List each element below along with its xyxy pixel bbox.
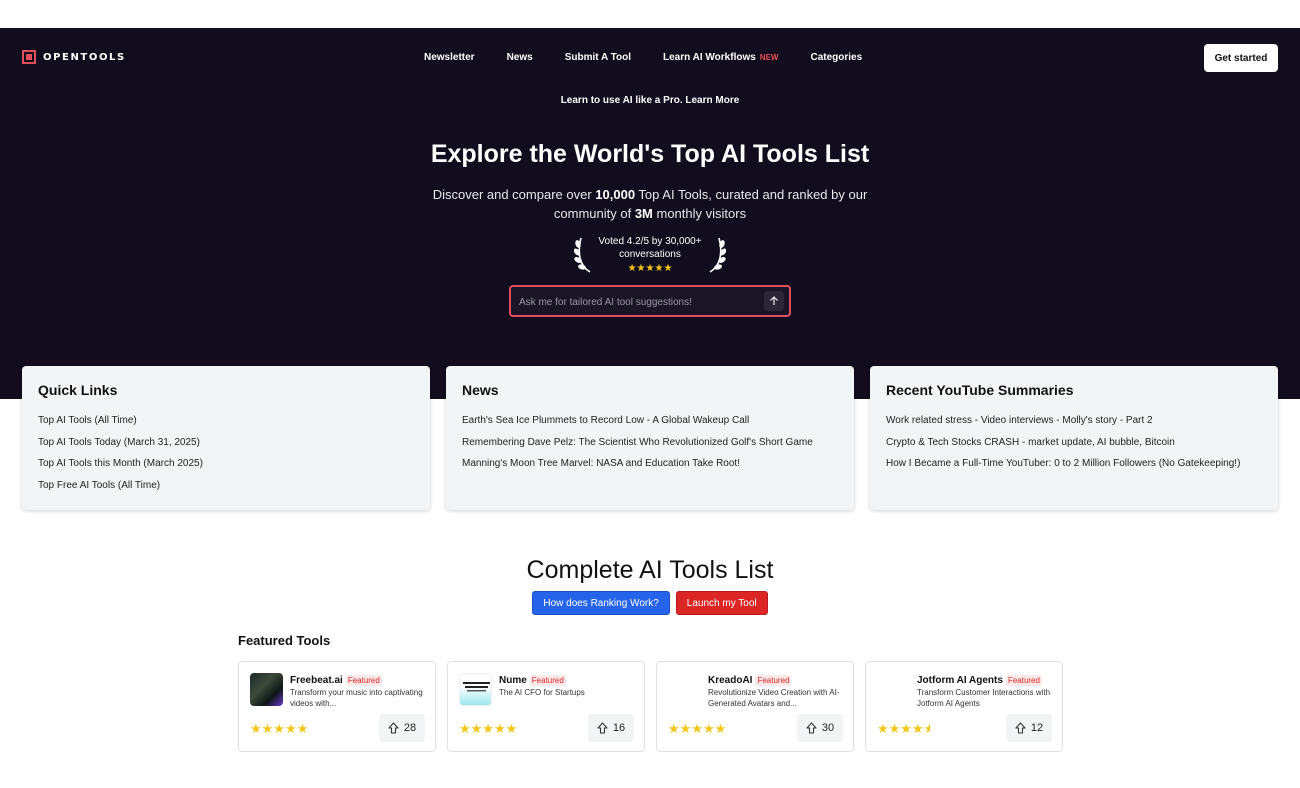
tool-description: Transform your music into captivating vi… — [290, 688, 423, 708]
jotform-thumbnail — [877, 673, 910, 706]
tool-rating-stars: ★★★★★ — [877, 721, 930, 737]
top-strip — [0, 0, 1300, 28]
nav-learn-ai-workflows[interactable]: Learn AI Workflows NEW — [663, 52, 778, 63]
tool-name: Freebeat.ai Featured — [290, 675, 382, 686]
nume-thumbnail — [459, 673, 492, 706]
featured-badge: Featured — [529, 675, 566, 686]
info-cards: Quick Links Top AI Tools (All Time) Top … — [22, 366, 1278, 510]
freebeat-thumbnail — [250, 673, 283, 706]
card-title: Quick Links — [38, 382, 118, 398]
get-started-button[interactable]: Get started — [1204, 44, 1278, 72]
tool-name-text: KreadoAI — [708, 675, 753, 686]
quick-link[interactable]: Top AI Tools this Month (March 2025) — [38, 453, 414, 475]
half-star-icon: ★ — [923, 721, 930, 736]
quick-link[interactable]: Top AI Tools (All Time) — [38, 410, 414, 432]
tool-name: KreadoAI Featured — [708, 675, 792, 686]
full-stars: ★★★★ — [877, 721, 924, 736]
ranking-info-button[interactable]: How does Ranking Work? — [532, 591, 670, 615]
nav-newsletter[interactable]: Newsletter — [424, 52, 475, 63]
card-title: Recent YouTube Summaries — [886, 382, 1074, 398]
launch-tool-button[interactable]: Launch my Tool — [675, 591, 768, 615]
upvote-count: 30 — [821, 722, 835, 734]
card-title: News — [462, 382, 499, 398]
new-badge: NEW — [759, 53, 779, 62]
arrow-up-icon — [770, 296, 778, 305]
tools-list-title: Complete AI Tools List — [526, 556, 774, 584]
nav-submit-tool[interactable]: Submit A Tool — [565, 52, 631, 63]
upvote-button[interactable]: 12 — [1006, 714, 1052, 742]
logo-text: OPENTOOLS — [43, 51, 126, 63]
upvote-arrow-icon — [806, 722, 817, 734]
votes-text: Voted 4.2/5 by 30,000+ conversations — [598, 236, 702, 260]
hero-visitor-count: 3M — [634, 206, 653, 221]
tool-card-jotform[interactable]: Jotform AI Agents Featured Transform Cust… — [865, 661, 1063, 752]
youtube-summary-link[interactable]: How I Became a Full-Time YouTuber: 0 to … — [886, 453, 1262, 475]
news-link[interactable]: Remembering Dave Pelz: The Scientist Who… — [462, 432, 838, 454]
tool-rating-stars: ★★★★★ — [668, 721, 727, 736]
hero-section: OPENTOOLS Newsletter News Submit A Tool … — [0, 28, 1300, 399]
tool-card-freebeat[interactable]: Freebeat.ai Featured Transform your music… — [238, 661, 436, 752]
list-actions: How does Ranking Work? Launch my Tool — [0, 591, 1300, 615]
tool-name: Nume Featured — [499, 675, 566, 686]
hero-tool-count: 10,000 — [595, 187, 636, 202]
tool-rating-stars: ★★★★★ — [250, 721, 309, 736]
featured-tools-heading: Featured Tools — [238, 633, 331, 648]
hero-subtitle-part-1: Discover and compare over — [432, 187, 596, 202]
tool-description: Revolutionize Video Creation with AI-Gen… — [708, 688, 840, 708]
tool-name: Jotform AI Agents Featured — [917, 675, 1042, 686]
tool-rating-stars: ★★★★★ — [459, 721, 518, 736]
quick-link[interactable]: Top Free AI Tools (All Time) — [38, 475, 414, 497]
nav-learn-ai-workflows-label: Learn AI Workflows — [663, 52, 756, 63]
upvote-button[interactable]: 16 — [588, 714, 634, 742]
upvote-arrow-icon — [388, 722, 399, 734]
upvote-count: 16 — [612, 722, 626, 734]
votes-stars: ★★★★★ — [627, 263, 673, 274]
featured-badge: Featured — [1005, 675, 1042, 686]
news-link[interactable]: Earth's Sea Ice Plummets to Record Low -… — [462, 410, 838, 432]
ai-search-box — [509, 285, 791, 317]
tool-card-kreadoai[interactable]: KreadoAI Featured Revolutionize Video Cre… — [656, 661, 854, 752]
featured-tools: Freebeat.ai Featured Transform your music… — [238, 661, 1063, 752]
logo-icon — [22, 50, 36, 64]
tool-description: The AI CFO for Startups — [499, 688, 585, 697]
youtube-summary-link[interactable]: Crypto & Tech Stocks CRASH - market upda… — [886, 432, 1262, 454]
featured-badge: Featured — [755, 675, 792, 686]
quick-links-card: Quick Links Top AI Tools (All Time) Top … — [22, 366, 430, 510]
featured-badge: Featured — [345, 675, 382, 686]
site-logo[interactable]: OPENTOOLS — [22, 50, 126, 64]
tool-name-text: Nume — [499, 675, 527, 686]
youtube-summary-link[interactable]: Work related stress - Video interviews -… — [886, 410, 1262, 432]
nav-news[interactable]: News — [507, 52, 533, 63]
upvote-arrow-icon — [597, 722, 608, 734]
upvote-button[interactable]: 30 — [797, 714, 843, 742]
search-submit-button[interactable] — [764, 291, 784, 311]
news-link[interactable]: Manning's Moon Tree Marvel: NASA and Edu… — [462, 453, 838, 475]
upvote-count: 28 — [403, 722, 417, 734]
kreadoai-thumbnail — [668, 673, 701, 706]
upvote-count: 12 — [1030, 722, 1044, 734]
votes-award: Voted 4.2/5 by 30,000+ conversations ★★★… — [574, 234, 726, 278]
tool-name-text: Jotform AI Agents — [917, 675, 1003, 686]
tool-card-nume[interactable]: Nume Featured The AI CFO for Startups ★★★… — [447, 661, 645, 752]
nume-thumbnail-art — [463, 682, 490, 692]
quick-link[interactable]: Top AI Tools Today (March 31, 2025) — [38, 432, 414, 454]
hero-title: Explore the World's Top AI Tools List — [430, 140, 870, 168]
promo-banner[interactable]: Learn to use AI like a Pro. Learn More — [0, 95, 1300, 106]
main-nav: Newsletter News Submit A Tool Learn AI W… — [424, 52, 862, 63]
tool-description: Transform Customer Interactions with Jot… — [917, 688, 1051, 708]
ai-search-input[interactable] — [519, 293, 759, 311]
upvote-arrow-icon — [1015, 722, 1026, 734]
youtube-summaries-card: Recent YouTube Summaries Work related st… — [870, 366, 1278, 510]
news-card: News Earth's Sea Ice Plummets to Record … — [446, 366, 854, 510]
tool-name-text: Freebeat.ai — [290, 675, 343, 686]
upvote-button[interactable]: 28 — [379, 714, 425, 742]
nav-categories[interactable]: Categories — [810, 52, 862, 63]
hero-subtitle-part-3: monthly visitors — [652, 206, 747, 221]
hero-subtitle: Discover and compare over 10,000 Top AI … — [410, 185, 890, 223]
laurel-right-icon — [709, 237, 726, 273]
